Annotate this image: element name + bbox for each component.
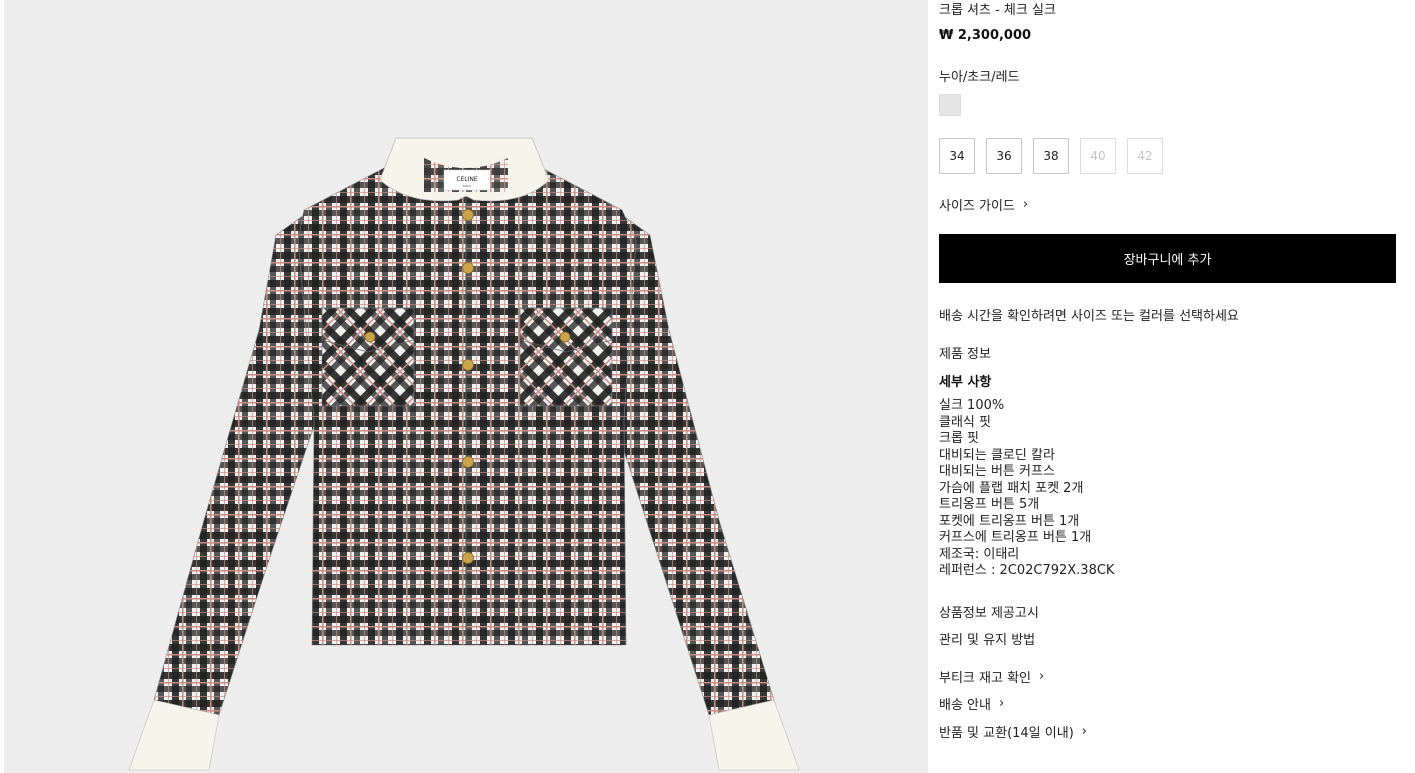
product-price: ₩ 2,300,000 xyxy=(939,28,1032,43)
color-name: 누아/초크/레드 xyxy=(939,70,1020,85)
returns-link[interactable]: 반품 및 교환(14일 이내) › xyxy=(939,722,1087,741)
detail-item: 클래식 핏 xyxy=(939,414,991,430)
label-sub: PARIS xyxy=(463,184,472,188)
details-title: 세부 사항 xyxy=(939,375,992,390)
returns-label: 반품 및 교환(14일 이내) xyxy=(939,726,1074,741)
chevron-right-icon: › xyxy=(1039,669,1045,684)
details-list: 실크 100% 클래식 핏 크롭 핏 대비되는 클로딘 칼라 대비되는 버튼 커… xyxy=(939,398,1114,580)
care-link[interactable]: 관리 및 유지 방법 xyxy=(939,629,1035,648)
size-selector: 34 36 38 40 42 xyxy=(939,138,1163,174)
detail-item: 제조국: 이태리 xyxy=(939,546,1020,562)
delivery-note: 배송 시간을 확인하려면 사이즈 또는 컬러를 선택하세요 xyxy=(939,309,1239,324)
detail-item: 포켓에 트리옹프 버튼 1개 xyxy=(939,513,1080,529)
product-image-shirt: CELINE PARIS xyxy=(128,137,800,771)
size-40-button[interactable]: 40 xyxy=(1080,138,1116,174)
size-34-button[interactable]: 34 xyxy=(939,138,975,174)
add-to-cart-button[interactable]: 장바구니에 추가 xyxy=(939,234,1396,283)
detail-item: 크롭 핏 xyxy=(939,431,980,446)
detail-item: 트리옹프 버튼 5개 xyxy=(939,497,1040,512)
detail-item: 대비되는 버튼 커프스 xyxy=(939,464,1055,479)
product-image-area[interactable]: CELINE PARIS xyxy=(4,0,928,773)
product-notice-link[interactable]: 상품정보 제공고시 xyxy=(939,602,1039,621)
boutique-stock-link[interactable]: 부티크 재고 확인 › xyxy=(939,667,1044,686)
product-name: 크롭 셔츠 - 체크 실크 xyxy=(939,3,1056,18)
chevron-right-icon: › xyxy=(1022,197,1029,212)
detail-item: 실크 100% xyxy=(939,398,1005,413)
shipping-link[interactable]: 배송 안내 › xyxy=(939,694,1004,713)
chevron-right-icon: › xyxy=(1081,724,1087,739)
detail-item: 커프스에 트리옹프 버튼 1개 xyxy=(939,530,1092,545)
detail-item: 대비되는 클로딘 칼라 xyxy=(939,447,1055,463)
chevron-right-icon: › xyxy=(998,696,1005,711)
color-swatch[interactable] xyxy=(939,94,961,116)
label-brand: CELINE xyxy=(456,176,478,183)
product-info-toggle[interactable]: 제품 정보 xyxy=(939,343,991,362)
detail-item: 가슴에 플랩 패치 포켓 2개 xyxy=(939,480,1084,496)
size-42-button[interactable]: 42 xyxy=(1127,138,1163,174)
detail-item: 레퍼런스 : 2C02C792X.38CK xyxy=(939,563,1115,578)
shipping-label: 배송 안내 xyxy=(939,698,991,713)
size-guide-label: 사이즈 가이드 xyxy=(939,199,1015,214)
boutique-stock-label: 부티크 재고 확인 xyxy=(939,671,1031,686)
size-36-button[interactable]: 36 xyxy=(986,138,1022,174)
size-38-button[interactable]: 38 xyxy=(1033,138,1069,174)
size-guide-link[interactable]: 사이즈 가이드 › xyxy=(939,195,1028,214)
